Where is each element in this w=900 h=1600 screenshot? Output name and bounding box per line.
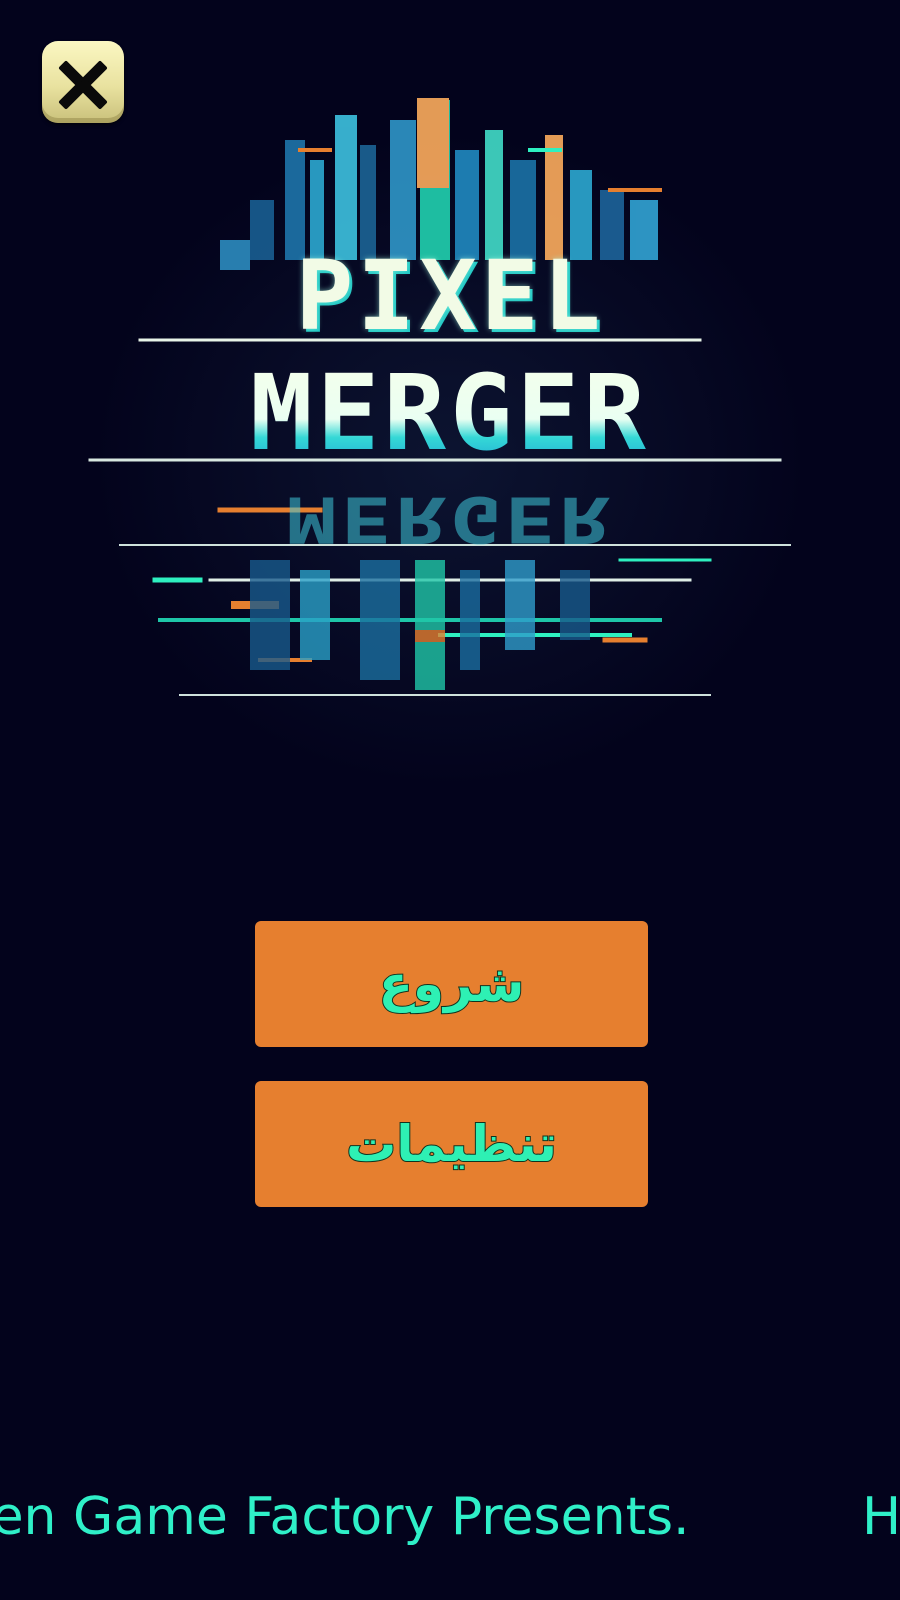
credits-ticker: Hidden Game Factory Presents. Hidden Gam… xyxy=(0,1482,900,1552)
logo-title-line2: MERGER xyxy=(60,352,840,474)
settings-button[interactable]: تنظیمات xyxy=(255,1081,648,1207)
settings-button-label: تنظیمات xyxy=(345,1114,558,1174)
logo-title-reflection: MERGER xyxy=(286,482,614,556)
start-button-label: شروع xyxy=(378,954,526,1014)
ticker-text: Hidden Game Factory Presents. xyxy=(0,1487,690,1547)
logo-title-line1: PIXEL xyxy=(295,240,605,352)
game-logo: PIXEL MERGER MERGER xyxy=(60,90,840,790)
main-menu-screen: PIXEL MERGER MERGER شروع تنظیمات Hidden … xyxy=(0,0,900,1600)
ticker-text-repeat: Hidden Game Factory Presents. xyxy=(862,1487,900,1547)
start-button[interactable]: شروع xyxy=(255,921,648,1047)
